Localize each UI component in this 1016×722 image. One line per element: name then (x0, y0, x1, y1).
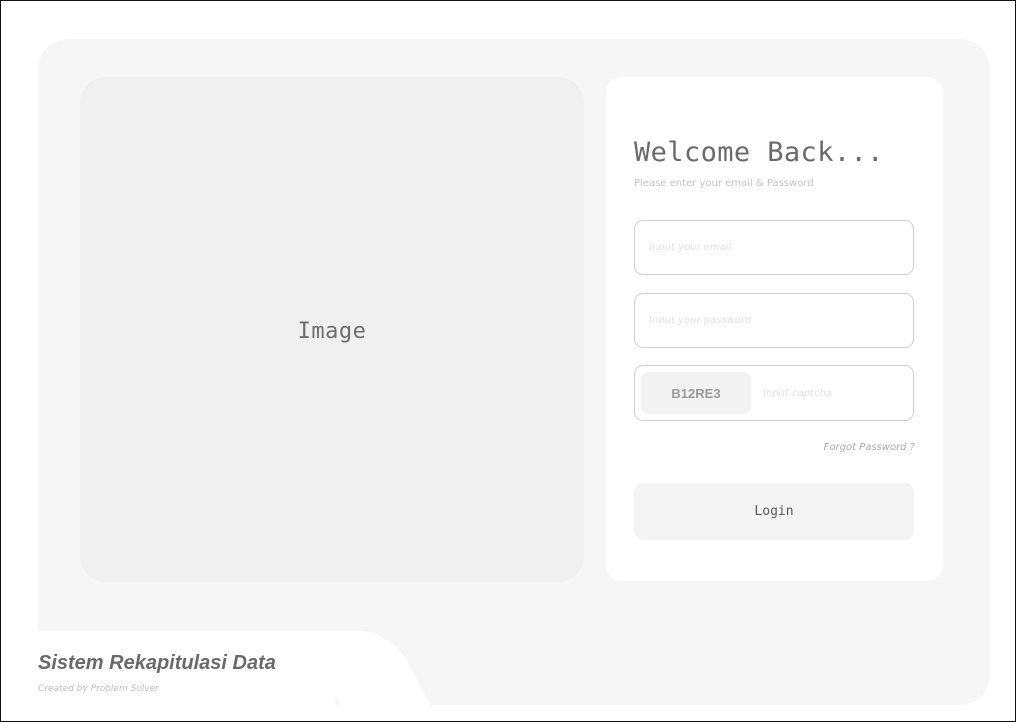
password-input[interactable] (649, 294, 899, 347)
forgot-password-link[interactable]: Forgot Password ? (824, 442, 915, 453)
captcha-input[interactable] (763, 366, 903, 420)
password-field[interactable] (634, 293, 914, 348)
captcha-code: B12RE3 (641, 372, 751, 414)
email-field[interactable] (634, 220, 914, 275)
image-placeholder-label: Image (297, 319, 367, 344)
captcha-field[interactable]: B12RE3 (634, 365, 914, 421)
page-frame: Image Welcome Back... Please enter your … (0, 0, 1016, 722)
image-placeholder: Image (80, 77, 584, 582)
brand-credit: Created by Problem Solver (38, 684, 159, 694)
login-title: Welcome Back... (634, 137, 884, 168)
login-button[interactable]: Login (634, 483, 914, 540)
email-input[interactable] (649, 221, 899, 274)
login-subtitle: Please enter your email & Password (634, 178, 814, 189)
brand-title: Sistem Rekapitulasi Data (38, 652, 276, 674)
footer-notch (15, 631, 335, 721)
login-card: Welcome Back... Please enter your email … (606, 77, 943, 581)
